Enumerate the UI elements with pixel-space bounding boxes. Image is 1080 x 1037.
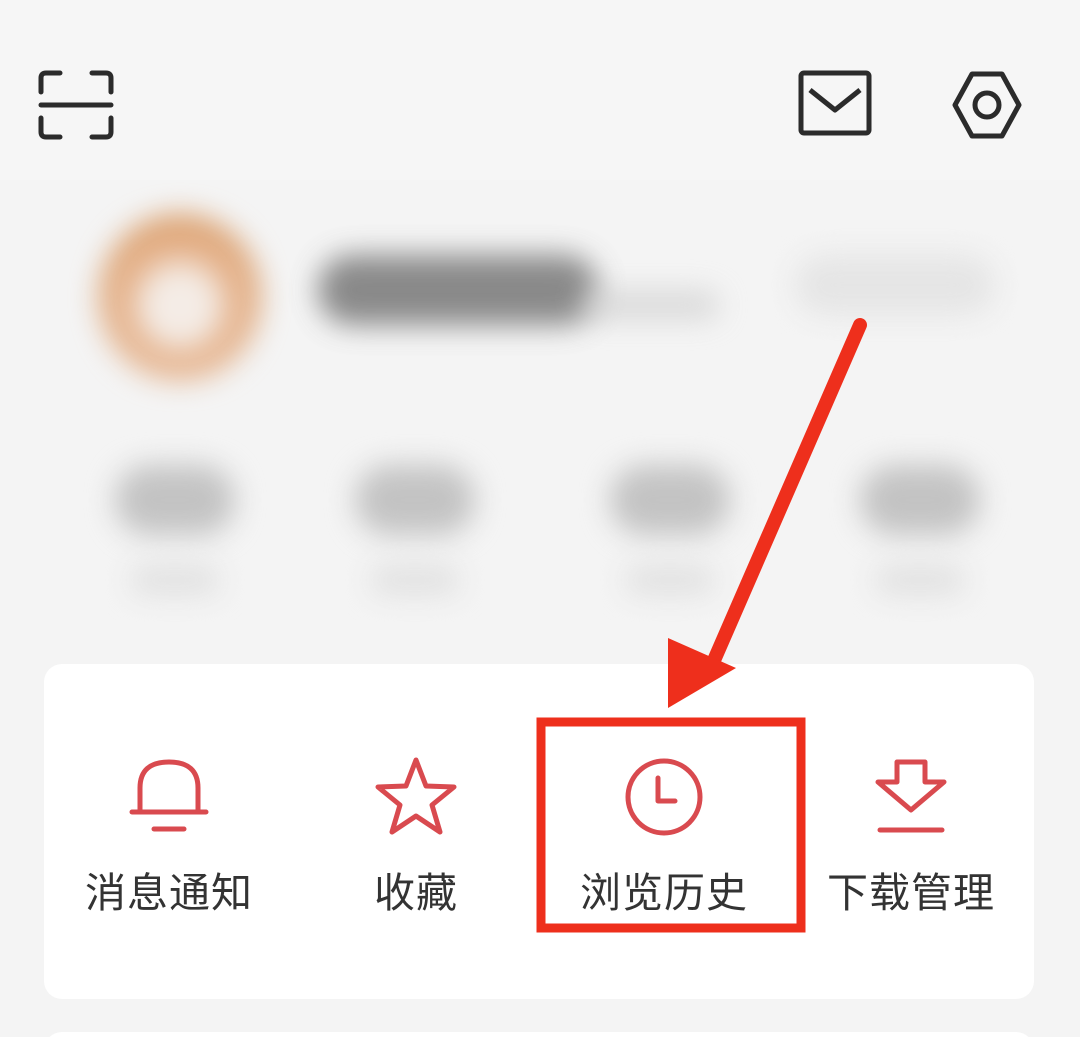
stat-label — [875, 565, 965, 595]
stat-label — [130, 565, 220, 595]
profile-link[interactable] — [795, 255, 995, 315]
stat-label — [625, 565, 715, 595]
gear-icon[interactable] — [948, 68, 1026, 142]
quick-action-downloads[interactable]: 下载管理 — [786, 744, 1036, 934]
stat-value[interactable] — [610, 465, 730, 535]
avatar[interactable] — [100, 215, 260, 380]
quick-action-favorites[interactable]: 收藏 — [291, 744, 541, 934]
profile-header — [0, 180, 1080, 660]
stat-value[interactable] — [355, 465, 475, 535]
quick-action-label: 浏览历史 — [580, 869, 748, 917]
quick-actions-card: 消息通知 收藏 浏览历史 下载管理 — [44, 664, 1034, 999]
top-bar — [0, 0, 1080, 180]
stat-value[interactable] — [860, 465, 980, 535]
quick-action-history[interactable]: 浏览历史 — [539, 744, 789, 934]
quick-action-label: 下载管理 — [827, 869, 995, 917]
next-card — [44, 1032, 1034, 1037]
stat-value[interactable] — [115, 465, 235, 535]
star-icon — [373, 754, 459, 840]
quick-action-label: 消息通知 — [85, 869, 253, 917]
quick-action-label: 收藏 — [374, 869, 458, 917]
username-extra — [580, 290, 720, 320]
bell-icon — [126, 754, 212, 840]
username — [318, 255, 598, 325]
clock-icon — [621, 754, 707, 840]
download-icon — [868, 754, 954, 840]
profile-page: 消息通知 收藏 浏览历史 下载管理 — [0, 0, 1080, 1037]
mail-icon[interactable] — [798, 70, 872, 136]
scan-icon[interactable] — [38, 70, 114, 140]
quick-action-notifications[interactable]: 消息通知 — [44, 744, 294, 934]
stat-label — [370, 565, 460, 595]
